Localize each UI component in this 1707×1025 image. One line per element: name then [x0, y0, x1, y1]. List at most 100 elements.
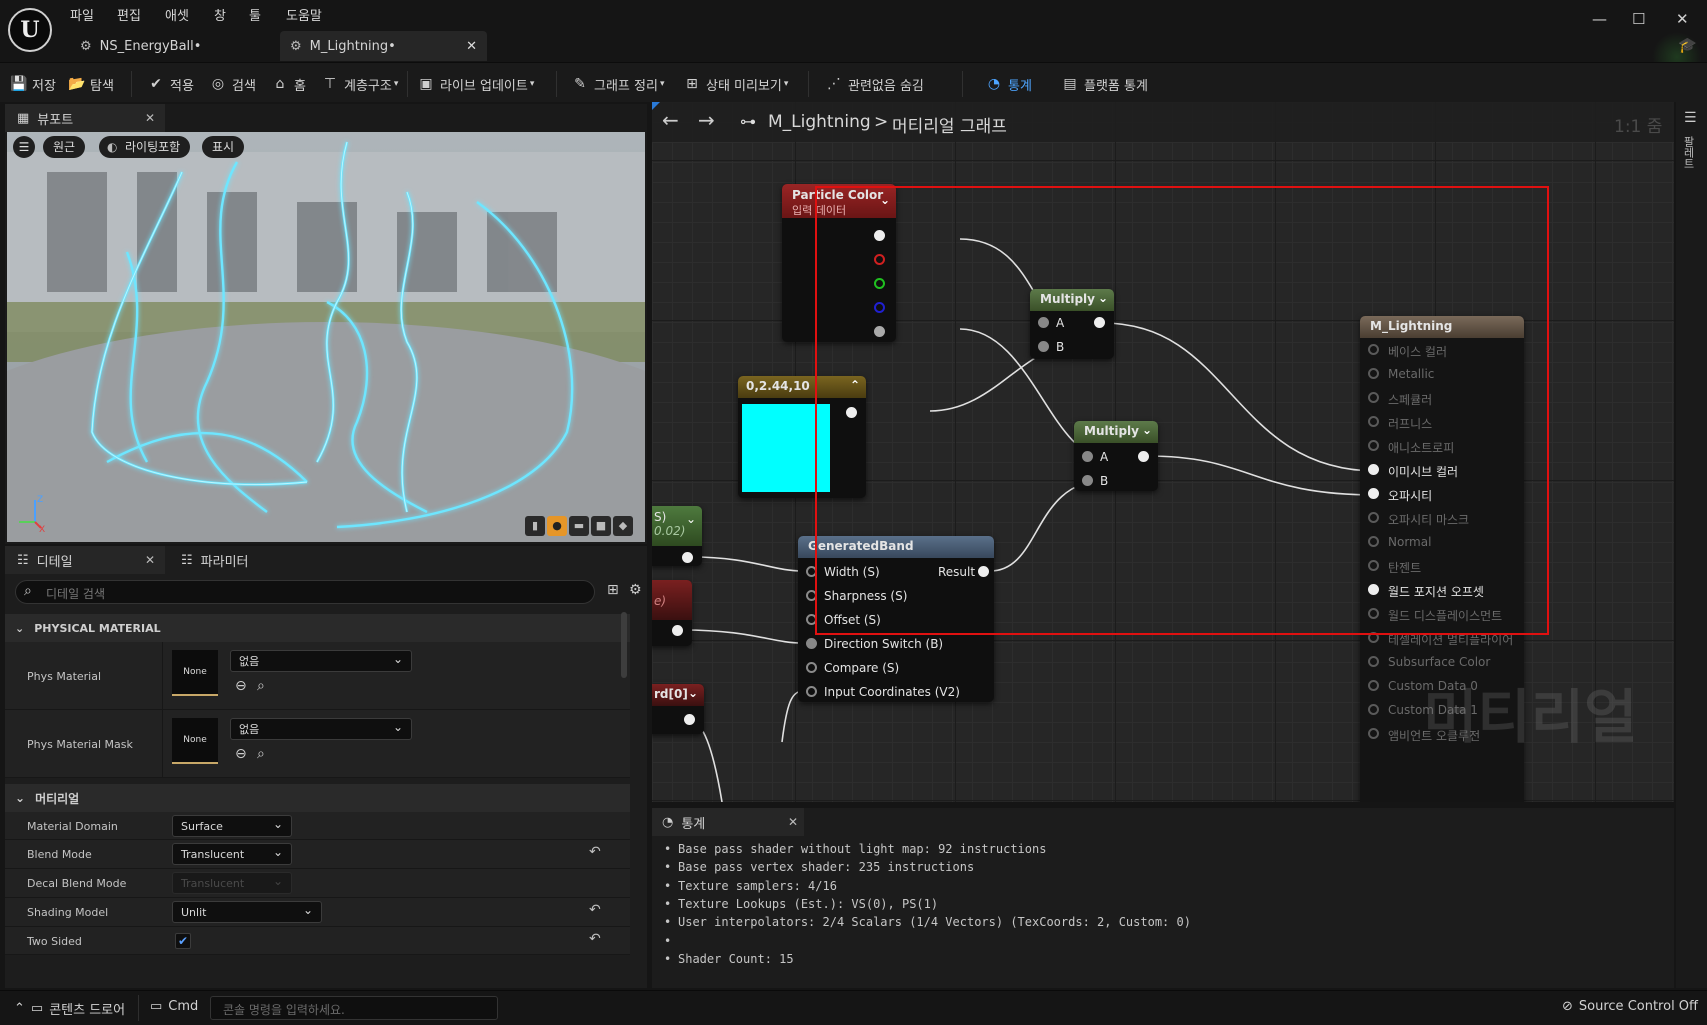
- close-viewport-icon[interactable]: ✕: [145, 111, 155, 125]
- partial-node-1-header: S) 0.02) ⌄: [652, 506, 702, 546]
- menu-edit[interactable]: 편집: [117, 5, 141, 24]
- stat-line: Texture Lookups (Est.): VS(0), PS(1): [678, 896, 939, 911]
- result-input-pin[interactable]: [1368, 704, 1379, 715]
- menu-window[interactable]: 창: [214, 5, 226, 24]
- browse-button[interactable]: 📂 탐색: [68, 73, 114, 95]
- live-update-button[interactable]: ▣ 라이브 업데이트 ▾: [418, 73, 534, 95]
- input-pin-input-coordinates[interactable]: [806, 686, 817, 697]
- apply-check-icon: ✔: [150, 76, 162, 92]
- maximize-button[interactable]: ☐: [1632, 10, 1645, 28]
- stats-button[interactable]: ◔ 통계: [986, 73, 1032, 95]
- doc-tab-label: NS_EnergyBall•: [99, 38, 202, 54]
- preview-state-button[interactable]: ⊞ 상태 미리보기 ▾: [684, 73, 788, 95]
- phys-material-mask-dropdown[interactable]: 없음 ⌄: [230, 718, 412, 740]
- stats-tab[interactable]: ◔ 통계: [652, 808, 804, 836]
- output-pin[interactable]: [672, 625, 683, 636]
- result-input-pin[interactable]: [1368, 680, 1379, 691]
- close-tab-icon[interactable]: ✕: [466, 39, 477, 54]
- stat-bullet: •: [664, 860, 672, 875]
- partial-node-3[interactable]: rd[0] ⌄: [652, 684, 704, 734]
- chevron-up-icon: ⌃: [14, 1001, 25, 1016]
- partial-node-2[interactable]: e): [652, 580, 692, 646]
- phys-material-thumbnail[interactable]: None: [172, 650, 218, 696]
- output-pin[interactable]: [682, 552, 693, 563]
- use-selected-icon[interactable]: ⊖: [235, 746, 247, 762]
- section-physical-material[interactable]: ⌄ PHYSICAL MATERIAL: [5, 614, 630, 642]
- custom-mesh-preview-icon[interactable]: ◆: [613, 516, 633, 536]
- details-scrollbar[interactable]: [621, 612, 627, 678]
- sphere-preview-icon[interactable]: ●: [547, 516, 567, 536]
- apply-button[interactable]: ✔ 적용: [148, 73, 194, 95]
- toolbar-separator: [962, 71, 963, 97]
- input-pin-direction-switch[interactable]: [806, 638, 817, 649]
- shading-model-dropdown[interactable]: Unlit ⌄: [172, 901, 322, 923]
- platform-stats-button[interactable]: ▤ 플랫폼 통계: [1062, 73, 1148, 95]
- content-drawer-button[interactable]: ⌃ ▭ 콘텐츠 드로어: [14, 999, 125, 1018]
- cylinder-preview-icon[interactable]: ▮: [525, 516, 545, 536]
- chevron-down-icon[interactable]: ⌄: [686, 512, 696, 526]
- phys-material-mask-thumbnail[interactable]: None: [172, 718, 218, 764]
- browse-asset-icon[interactable]: ⌕: [257, 678, 265, 694]
- material-graph-canvas[interactable]: ← → ⊶ M_Lightning > 머티리얼 그래프 1:1 줌 Parti…: [652, 102, 1674, 802]
- menu-tools[interactable]: 툴: [249, 5, 261, 24]
- table-view-icon[interactable]: ⊞: [607, 582, 619, 598]
- cube-preview-icon[interactable]: ■: [591, 516, 611, 536]
- menu-file[interactable]: 파일: [70, 5, 94, 24]
- result-input-pin[interactable]: [1368, 728, 1379, 739]
- close-details-icon[interactable]: ✕: [145, 553, 155, 567]
- console-command-input[interactable]: 콘솔 명령을 입력하세요.: [210, 996, 498, 1020]
- reset-to-default-icon[interactable]: ↶: [589, 931, 601, 947]
- search-icon: ⌕: [24, 583, 32, 599]
- cmd-button[interactable]: ▭ Cmd: [150, 999, 198, 1014]
- reset-to-default-icon[interactable]: ↶: [589, 844, 601, 860]
- section-material[interactable]: ⌄ 머티리얼: [5, 784, 630, 812]
- hierarchy-button[interactable]: ⊤ 계층구조 ▾: [322, 73, 398, 95]
- browse-asset-icon[interactable]: ⌕: [257, 746, 265, 762]
- menu-help[interactable]: 도움말: [286, 5, 322, 24]
- column-divider: [162, 642, 163, 710]
- palette-tab[interactable]: 팔레트: [1680, 136, 1696, 169]
- two-sided-checkbox[interactable]: ✔: [175, 933, 191, 949]
- close-window-button[interactable]: ✕: [1676, 10, 1689, 28]
- details-search-input[interactable]: ⌕ 디테일 검색: [15, 580, 595, 604]
- result-input-pin[interactable]: [1368, 656, 1379, 667]
- doc-tab-ns-energyball[interactable]: ⚙ NS_EnergyBall•: [70, 31, 278, 61]
- settings-gear-icon[interactable]: ⚙: [629, 582, 642, 598]
- minimize-button[interactable]: —: [1592, 10, 1607, 28]
- property-row-two-sided: Two Sided ✔ ↶: [5, 927, 630, 955]
- phys-material-dropdown[interactable]: 없음 ⌄: [230, 650, 412, 672]
- stat-bullet: •: [664, 842, 672, 856]
- input-pin-compare[interactable]: [806, 662, 817, 673]
- home-button[interactable]: ⌂ 홈: [272, 73, 306, 95]
- partial-node-1[interactable]: S) 0.02) ⌄: [652, 506, 702, 566]
- plane-preview-icon[interactable]: ▬: [569, 516, 589, 536]
- axis-gizmo-icon: ZX: [15, 492, 55, 535]
- chevron-down-icon[interactable]: ⌄: [688, 686, 698, 700]
- palette-list-icon[interactable]: ☰: [1684, 110, 1697, 126]
- viewport-scene[interactable]: ☰ 원근 ◐ 라이팅포함 표시 ZX ▮ ● ▬ ■ ◆: [7, 132, 645, 542]
- close-stats-icon[interactable]: ✕: [788, 815, 798, 829]
- lit-mode-button[interactable]: ◐ 라이팅포함: [99, 136, 191, 158]
- clean-graph-button[interactable]: ✎ 그래프 정리 ▾: [572, 73, 664, 95]
- viewport-menu-button[interactable]: ☰: [13, 136, 35, 158]
- reset-to-default-icon[interactable]: ↶: [589, 902, 601, 918]
- source-control-button[interactable]: ⊘ Source Control Off: [1562, 999, 1698, 1014]
- menu-asset[interactable]: 애셋: [165, 5, 189, 24]
- hide-unrelated-button[interactable]: ⋰ 관련없음 숨김: [826, 73, 924, 95]
- unreal-logo-icon[interactable]: U: [8, 8, 52, 52]
- source-control-off-icon: ⊘: [1562, 999, 1573, 1014]
- perspective-button[interactable]: 원근: [43, 136, 86, 158]
- output-pin[interactable]: [684, 714, 695, 725]
- doc-tab-m-lightning[interactable]: ⚙ M_Lightning• ✕: [280, 31, 487, 61]
- save-button[interactable]: 💾 저장: [10, 73, 56, 95]
- use-selected-icon[interactable]: ⊖: [235, 678, 247, 694]
- details-tab[interactable]: ☷ 디테일: [5, 546, 165, 574]
- show-button[interactable]: 표시: [202, 136, 245, 158]
- chevron-down-icon: ⌄: [15, 621, 25, 635]
- search-button[interactable]: ◎ 검색: [210, 73, 256, 95]
- blend-mode-dropdown[interactable]: Translucent ⌄: [172, 843, 292, 865]
- parameters-tab[interactable]: ☷ 파라미터: [173, 546, 323, 574]
- material-domain-dropdown[interactable]: Surface ⌄: [172, 815, 292, 837]
- graduation-cap-icon[interactable]: 🎓: [1678, 36, 1697, 54]
- viewport-tab[interactable]: ▦ 뷰포트: [5, 104, 165, 132]
